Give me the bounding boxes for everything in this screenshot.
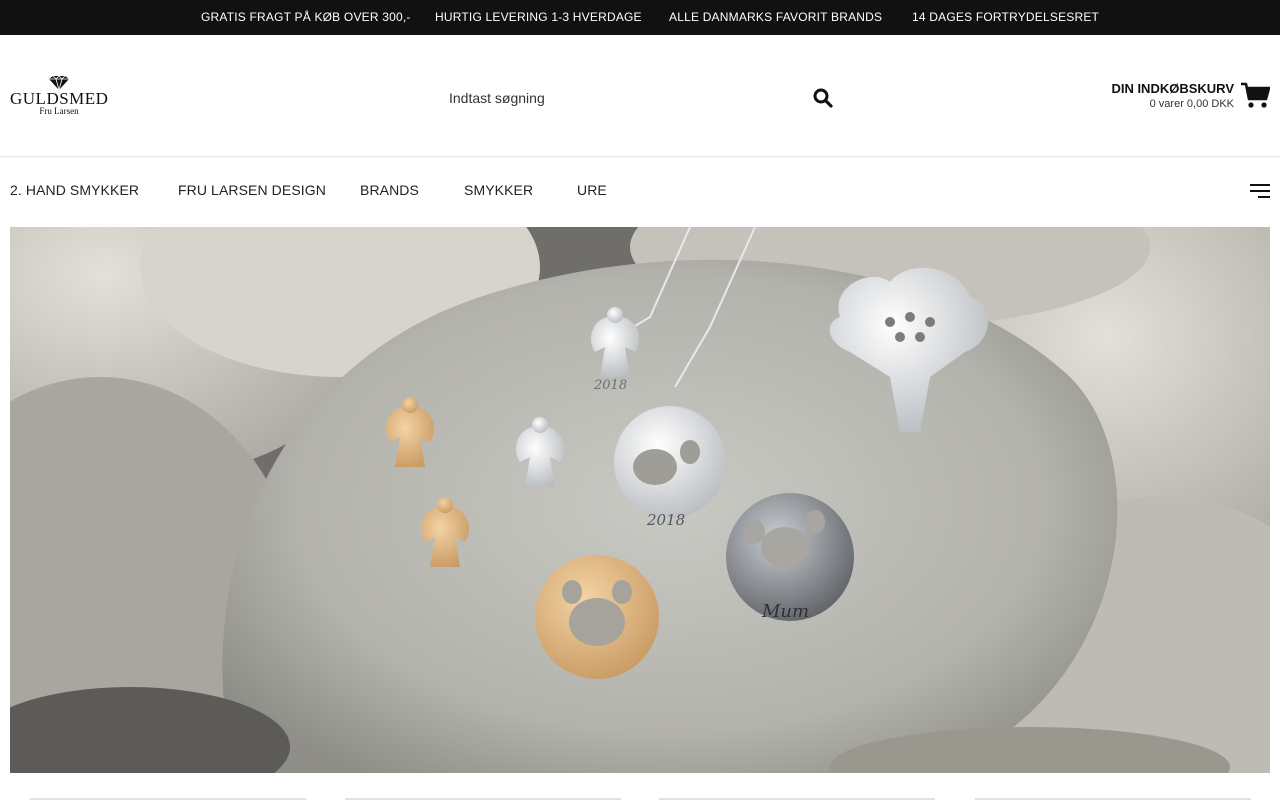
cart-summary: 0 varer 0,00 DKK	[1149, 98, 1234, 110]
nav-item-brands[interactable]: BRANDS	[360, 182, 419, 198]
search-bar	[440, 83, 840, 113]
search-button[interactable]	[810, 87, 836, 111]
hero-banner[interactable]: 2018 2018 Mum	[10, 227, 1270, 773]
hamburger-menu-icon	[1250, 184, 1270, 198]
product-cards-row	[0, 790, 1280, 800]
usp-fast-delivery: HURTIG LEVERING 1-3 HVERDAGE	[435, 10, 642, 24]
nav-item-second-hand-jewelry[interactable]: 2. HAND SMYKKER	[10, 182, 139, 198]
search-input[interactable]	[440, 83, 800, 113]
hero-image-pendants-on-rock: 2018 2018 Mum	[10, 227, 1270, 773]
nav-item-jewelry[interactable]: SMYKKER	[464, 182, 533, 198]
menu-button[interactable]	[1249, 182, 1271, 200]
engraving-angle-year: 2018	[593, 378, 627, 393]
cart-title: DIN INDKØBSKURV	[1111, 81, 1234, 96]
announcement-bar: GRATIS FRAGT PÅ KØB OVER 300,- HURTIG LE…	[0, 0, 1280, 35]
main-navigation: 2. HAND SMYKKER FRU LARSEN DESIGN BRANDS…	[0, 158, 1280, 226]
site-logo[interactable]: GULDSMED Fru Larsen	[10, 75, 110, 117]
usp-free-shipping: GRATIS FRAGT PÅ KØB OVER 300,-	[201, 10, 411, 24]
shopping-cart-icon	[1241, 82, 1270, 108]
cart-link[interactable]: DIN INDKØBSKURV 0 varer 0,00 DKK	[1070, 80, 1270, 114]
usp-return-policy: 14 DAGES FORTRYDELSESRET	[912, 10, 1100, 24]
search-icon	[813, 88, 833, 108]
engraving-paw-mum: Mum	[761, 601, 809, 622]
site-header: GULDSMED Fru Larsen DIN INDKØBSKURV 0 va…	[0, 35, 1280, 157]
nav-item-watches[interactable]: URE	[577, 182, 607, 198]
engraving-paw-year: 2018	[646, 511, 685, 529]
nav-item-fru-larsen-design[interactable]: FRU LARSEN DESIGN	[178, 182, 326, 198]
usp-favorite-brands: ALLE DANMARKS FAVORIT BRANDS	[669, 10, 883, 24]
logo-subtitle: Fru Larsen	[39, 106, 79, 116]
